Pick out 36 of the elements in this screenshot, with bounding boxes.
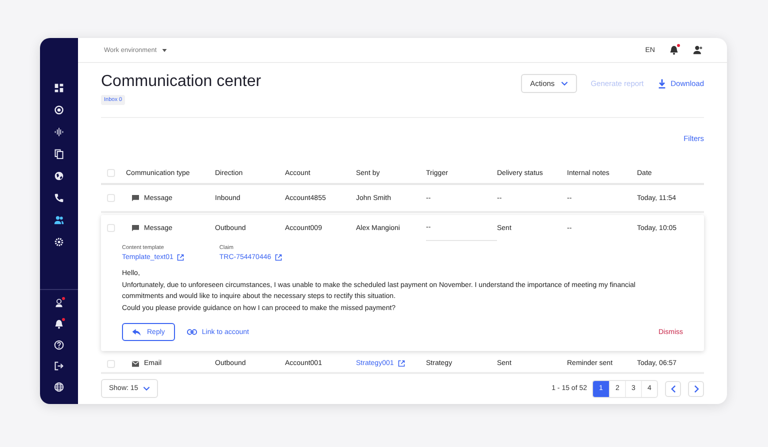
link-icon	[186, 329, 197, 335]
chevron-down-icon	[143, 386, 150, 391]
target-icon[interactable]	[54, 105, 64, 115]
dashboard-icon[interactable]	[54, 83, 64, 93]
row-checkbox[interactable]	[107, 224, 115, 232]
next-page-button[interactable]	[688, 380, 704, 396]
envelope-icon	[132, 360, 139, 366]
chevron-left-icon	[670, 384, 676, 392]
bell-icon[interactable]	[54, 319, 64, 329]
row-checkbox[interactable]	[107, 194, 115, 202]
chat-icon	[132, 224, 139, 232]
globe-icon[interactable]	[54, 382, 64, 392]
person-icon[interactable]	[54, 298, 64, 308]
copy-icon[interactable]	[54, 149, 64, 159]
gear-icon[interactable]	[54, 237, 64, 247]
phone-icon[interactable]	[54, 193, 64, 203]
globe-icon[interactable]	[54, 171, 64, 181]
download-icon	[658, 78, 666, 88]
page-title: Communication center	[101, 73, 262, 91]
logout-icon[interactable]	[54, 361, 64, 371]
external-link-icon	[275, 254, 282, 261]
help-icon[interactable]	[54, 340, 64, 350]
previous-page-button[interactable]	[665, 380, 681, 396]
bell-icon[interactable]	[669, 45, 679, 55]
users-icon[interactable]	[54, 215, 64, 225]
external-link-icon	[177, 254, 184, 261]
row-checkbox[interactable]	[107, 360, 115, 368]
select-all-checkbox[interactable]	[107, 169, 115, 177]
user-icon[interactable]	[693, 45, 703, 55]
reply-arrow-icon	[132, 328, 141, 336]
chevron-down-icon	[560, 81, 568, 86]
audio-icon[interactable]	[54, 127, 64, 137]
external-link-icon	[398, 360, 405, 367]
caret-icon	[162, 48, 168, 52]
chevron-right-icon	[694, 384, 698, 392]
chat-icon	[132, 194, 139, 202]
